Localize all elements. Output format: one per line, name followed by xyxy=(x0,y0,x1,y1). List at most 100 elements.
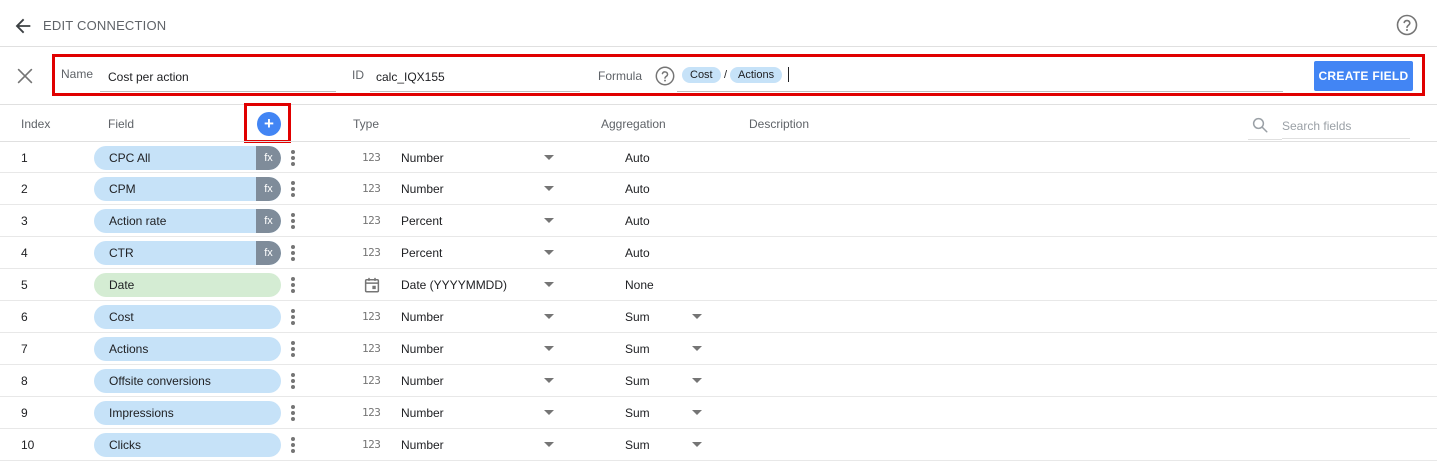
type-select[interactable]: Number xyxy=(401,151,444,165)
number-type-icon: 123 xyxy=(362,246,381,259)
type-dropdown-icon[interactable] xyxy=(544,346,554,351)
table-row: 5 Date Date (YYYYMMDD) None xyxy=(0,269,1437,301)
type-select[interactable]: Number xyxy=(401,182,444,196)
formula-help-icon[interactable] xyxy=(654,65,676,87)
field-name: CTR xyxy=(109,246,134,260)
close-icon[interactable] xyxy=(14,65,36,87)
type-select[interactable]: Number xyxy=(401,406,444,420)
id-field-underline xyxy=(370,91,580,92)
field-chip[interactable]: Actions xyxy=(94,337,281,361)
calculated-field-editor: Name Cost per action ID calc_IQX155 Form… xyxy=(0,47,1437,105)
type-dropdown-icon[interactable] xyxy=(544,410,554,415)
type-select[interactable]: Number xyxy=(401,310,444,324)
number-type-icon: 123 xyxy=(362,182,381,195)
calendar-icon xyxy=(364,277,380,293)
number-type-icon: 123 xyxy=(362,374,381,387)
page-title: EDIT CONNECTION xyxy=(43,18,167,33)
search-fields-input[interactable] xyxy=(1282,113,1410,139)
field-chip[interactable]: Offsite conversions xyxy=(94,369,281,393)
table-row: 2 CPM fx 123 Number Auto xyxy=(0,173,1437,205)
top-bar: EDIT CONNECTION xyxy=(0,5,1437,47)
create-field-button[interactable]: CREATE FIELD xyxy=(1314,61,1413,91)
aggregation-dropdown-icon[interactable] xyxy=(692,346,702,351)
type-dropdown-icon[interactable] xyxy=(544,250,554,255)
more-vert-icon[interactable] xyxy=(287,404,299,422)
more-vert-icon[interactable] xyxy=(287,149,299,167)
aggregation-value: Auto xyxy=(625,214,650,228)
back-arrow-icon[interactable] xyxy=(12,15,34,37)
more-vert-icon[interactable] xyxy=(287,212,299,230)
aggregation-dropdown-icon[interactable] xyxy=(692,314,702,319)
type-select[interactable]: Number xyxy=(401,374,444,388)
type-dropdown-icon[interactable] xyxy=(544,155,554,160)
column-header-aggregation: Aggregation xyxy=(601,117,666,131)
id-field[interactable]: calc_IQX155 xyxy=(376,70,445,84)
field-name: Date xyxy=(109,278,135,292)
aggregation-dropdown-icon[interactable] xyxy=(692,378,702,383)
table-row: 9 Impressions 123 Number Sum xyxy=(0,397,1437,429)
field-chip[interactable]: Action rate fx xyxy=(94,209,281,233)
aggregation-value: Auto xyxy=(625,246,650,260)
aggregation-value: None xyxy=(625,278,654,292)
type-dropdown-icon[interactable] xyxy=(544,442,554,447)
aggregation-dropdown-icon[interactable] xyxy=(692,410,702,415)
field-chip[interactable]: CTR fx xyxy=(94,241,281,265)
name-label: Name xyxy=(61,67,94,81)
more-vert-icon[interactable] xyxy=(287,276,299,294)
name-field[interactable]: Cost per action xyxy=(108,70,189,84)
type-select[interactable]: Percent xyxy=(401,246,442,260)
field-chip[interactable]: Cost xyxy=(94,305,281,329)
number-type-icon: 123 xyxy=(362,406,381,419)
aggregation-value: Auto xyxy=(625,182,650,196)
fx-icon[interactable]: fx xyxy=(256,146,281,170)
column-header-description: Description xyxy=(749,117,810,131)
row-index: 1 xyxy=(21,151,28,165)
fx-icon[interactable]: fx xyxy=(256,209,281,233)
field-chip[interactable]: Clicks xyxy=(94,433,281,457)
formula-field-underline[interactable] xyxy=(677,91,1283,92)
field-chip[interactable]: CPM fx xyxy=(94,177,281,201)
aggregation-dropdown-icon[interactable] xyxy=(692,442,702,447)
formula-operator: / xyxy=(724,69,728,81)
type-dropdown-icon[interactable] xyxy=(544,282,554,287)
formula-token-cost[interactable]: Cost xyxy=(682,67,721,83)
add-field-button[interactable]: + xyxy=(257,112,281,136)
type-select[interactable]: Percent xyxy=(401,214,442,228)
table-row: 4 CTR fx 123 Percent Auto xyxy=(0,237,1437,269)
field-chip[interactable]: Impressions xyxy=(94,401,281,425)
more-vert-icon[interactable] xyxy=(287,308,299,326)
row-index: 9 xyxy=(21,406,28,420)
number-type-icon: 123 xyxy=(362,342,381,355)
aggregation-value[interactable]: Sum xyxy=(625,374,650,388)
field-name: Actions xyxy=(109,342,149,356)
more-vert-icon[interactable] xyxy=(287,180,299,198)
field-name: CPM xyxy=(109,182,136,196)
type-dropdown-icon[interactable] xyxy=(544,314,554,319)
more-vert-icon[interactable] xyxy=(287,436,299,454)
column-header-index: Index xyxy=(21,117,51,131)
type-dropdown-icon[interactable] xyxy=(544,378,554,383)
field-chip[interactable]: CPC All fx xyxy=(94,146,281,170)
type-select[interactable]: Date (YYYYMMDD) xyxy=(401,278,507,292)
more-vert-icon[interactable] xyxy=(287,244,299,262)
aggregation-value[interactable]: Sum xyxy=(625,342,650,356)
aggregation-value[interactable]: Sum xyxy=(625,438,650,452)
formula-token-actions[interactable]: Actions xyxy=(730,67,783,83)
more-vert-icon[interactable] xyxy=(287,372,299,390)
type-select[interactable]: Number xyxy=(401,342,444,356)
type-dropdown-icon[interactable] xyxy=(544,186,554,191)
help-icon[interactable] xyxy=(1395,13,1419,37)
table-row: 3 Action rate fx 123 Percent Auto xyxy=(0,205,1437,237)
field-chip[interactable]: Date xyxy=(94,273,281,297)
name-field-underline xyxy=(100,91,336,92)
type-dropdown-icon[interactable] xyxy=(544,218,554,223)
more-vert-icon[interactable] xyxy=(287,340,299,358)
fx-icon[interactable]: fx xyxy=(256,241,281,265)
aggregation-value[interactable]: Sum xyxy=(625,310,650,324)
row-index: 10 xyxy=(21,438,35,452)
fx-icon[interactable]: fx xyxy=(256,177,281,201)
table-row: 1 CPC All fx 123 Number Auto xyxy=(0,141,1437,173)
number-type-icon: 123 xyxy=(362,214,381,227)
aggregation-value[interactable]: Sum xyxy=(625,406,650,420)
type-select[interactable]: Number xyxy=(401,438,444,452)
